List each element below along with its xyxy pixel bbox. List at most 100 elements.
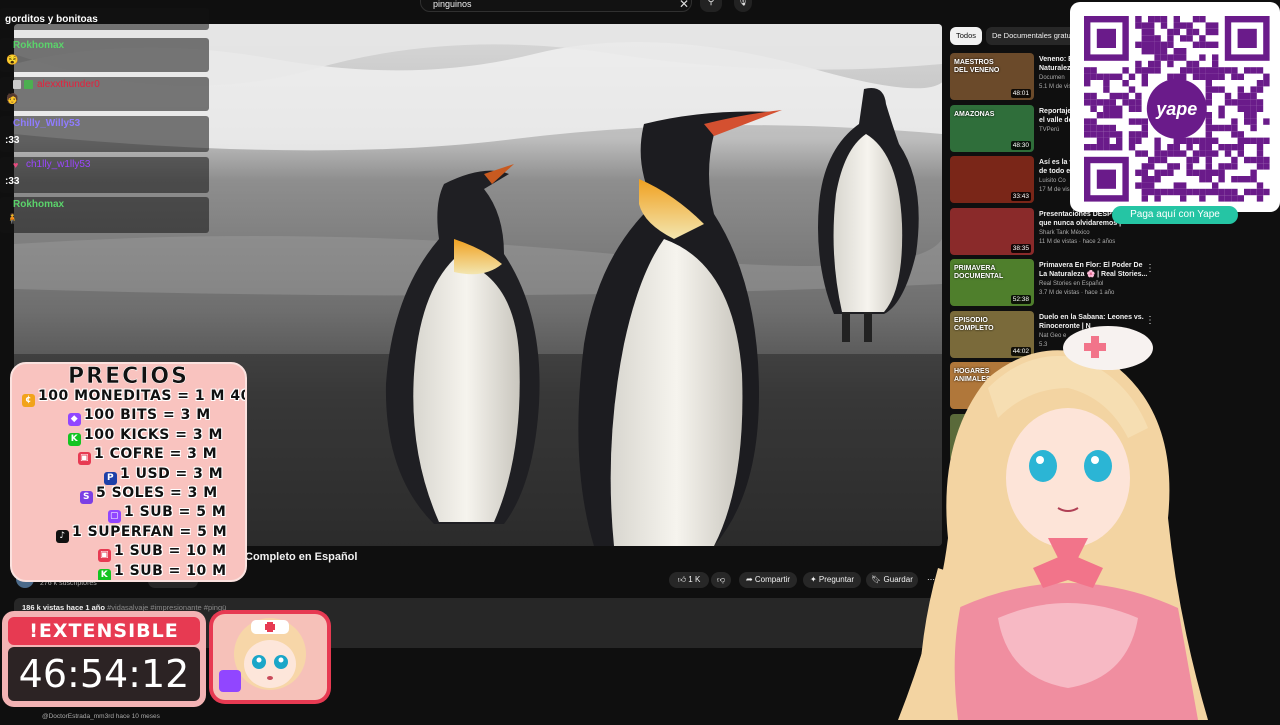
recommendation-meta: 11 M de vistas · hace 2 años [1039,238,1116,245]
recommendation-meta: 3.7 M de vistas · hace 1 año [1039,290,1115,296]
video-thumbnail[interactable]: AMAZONAS 48:30 [950,104,1034,152]
price-text: 100 KICKS = 3 M [84,426,223,443]
price-row: ¢ 100 MONEDITAS = 1 M 40 S [22,388,247,407]
ask-label: Preguntar [818,575,855,584]
chibi-avatar [207,606,333,706]
price-text: 100 BITS = 3 M [84,407,211,424]
ask-button[interactable]: ✦ Preguntar [803,572,861,588]
yape-pay-button[interactable]: Paga aquí con Yape [1112,206,1238,224]
recommendation-title[interactable]: Naturalez [1039,64,1071,73]
chip-all[interactable]: Todos [950,27,983,45]
thumbs-up-icon: 👍︎ [677,575,687,584]
sparkle-icon: ✦ [809,575,817,584]
chat-emote: 😵 [6,55,19,66]
price-row: ▣ 1 SUB = 10 M [98,543,227,563]
thumbnail-text: PRIMAVERA DOCUMENTAL [954,265,1004,280]
price-text: 1 SUB = 5 M [124,504,227,521]
price-text: 5 SOLES = 3 M [96,485,218,501]
share-button[interactable]: ➦ Compartir [739,572,797,588]
chat-username[interactable]: alexxthunder0 [37,79,100,90]
price-row: S5 SOLES = 3 M [80,485,218,504]
price-text: 1 USD = 3 M [120,465,224,482]
price-text: 100 MONEDITAS = 1 M 40 S [38,388,247,404]
chip-documentales[interactable]: De Documentales gratuit [986,27,1081,45]
video-duration: 38:35 [1010,243,1031,253]
chat-username[interactable]: Rokhomax [13,40,64,51]
price-text: 1 SUB = 10 M [114,543,227,560]
video-duration: 52:38 [1010,295,1031,304]
price-text: 1 SUPERFAN = 5 M [72,523,228,540]
thumbs-down-icon: 👎︎ [716,575,726,584]
recommendation-title[interactable]: Veneno: E [1039,55,1073,64]
chat-message-text: :33 [5,135,20,146]
yape-logo-text: yape [1155,99,1197,119]
recommendation-title[interactable]: el valle de [1039,116,1072,125]
recommendation-title[interactable]: La Naturaleza 🌸 | Real Stories... [1039,270,1147,279]
qr-code: yape [1084,16,1270,202]
extensible-timer: 46:54:12 [8,647,200,701]
like-button[interactable]: 👍︎ 1 K [669,572,709,588]
chest-icon: ▣ [78,452,91,466]
search-input[interactable]: pinguinos [420,0,692,12]
recommendation-channel: Documen [1039,75,1065,81]
recommendation-title[interactable]: de todo el [1039,167,1072,176]
price-row: P1 USD = 3 M [104,466,223,485]
heart-badge-icon: ♥ [13,160,19,170]
price-text: 1 COFRE = 3 M [94,446,218,463]
paypal-icon: P [104,471,117,485]
video-thumbnail[interactable]: 38:35 [950,207,1034,255]
comment-author: @DoctorEstrada_mm3rd hace 10 meses [42,713,160,720]
video-thumbnail[interactable]: PRIMAVERA DOCUMENTAL 52:38 [950,259,1034,306]
chat-message: gorditos y bonitoas [0,8,209,30]
chat-emote: 🧍 [6,214,19,225]
gift-badge-icon [24,80,33,89]
price-row: ◆ 100 BITS = 3 M [68,407,211,427]
search-icon[interactable]: ⚲ [700,0,722,12]
recommendation-title[interactable]: que nunca olvidaremos | [1039,219,1121,228]
thumbnail-text: AMAZONAS [954,110,995,118]
chat-username[interactable]: Chilly_Willy53 [13,118,80,129]
tiktok-icon: ♪ [56,529,69,543]
chat-message: ♥ ch1lly_w1lly53 :33 [0,157,209,193]
clear-icon[interactable]: ✕ [679,0,689,11]
recommendation-channel: TVPerú [1039,126,1060,133]
video-title: Completo en Español [245,551,358,563]
chest-sub-icon: ▣ [98,549,111,563]
chat-emote: 🧑 [6,94,19,105]
recommendation-channel: Real Stories en Español [1039,281,1104,287]
coin-icon: ¢ [22,394,35,407]
price-row: K 100 KICKS = 3 M [68,427,223,446]
video-duration: 33:43 [1010,192,1031,201]
soles-icon: S [80,491,93,504]
price-row: ♪ 1 SUPERFAN = 5 M [56,524,227,543]
share-label: Compartir [754,575,791,584]
recommendation-title[interactable]: Así es la v [1039,158,1073,167]
chat-message: Rokhomax 🧍 [0,197,209,233]
video-thumbnail[interactable]: MAESTROS DEL VENENO 48:01 [950,53,1034,100]
kick-sub-icon: K [98,568,111,580]
more-actions-icon[interactable]: ⋮ [1145,263,1155,274]
recommendation-meta: 17 M de vis [1039,187,1070,193]
recommendation-title[interactable]: Reportaje [1039,107,1071,116]
thumbnail-text: MAESTROS DEL VENENO [954,59,1000,74]
prices-title: PRECIOS [68,364,189,389]
recommendation-channel: Shark Tank México [1039,229,1090,236]
kick-icon: K [68,432,81,446]
chat-message-text: :33 [5,176,20,187]
prices-panel: PRECIOS ¢ 100 MONEDITAS = 1 M 40 S ◆ 100 BI… [10,362,247,582]
video-thumbnail[interactable]: 33:43 [950,156,1034,203]
price-row: K1 SUB = 10 M [98,562,227,580]
price-row: ▢ 1 SUB = 5 M [108,504,227,524]
chat-message: alexxthunder0 🧑 [0,77,209,111]
recommendation-title[interactable]: Primavera En Flor: El Poder De [1039,261,1142,270]
recommendation-channel: Luisito Co [1039,178,1066,184]
video-duration: 48:01 [1010,89,1031,98]
chat-username[interactable]: ch1lly_w1lly53 [26,159,90,170]
price-text: 1 SUB = 10 M [114,562,227,579]
extensible-label: !EXTENSIBLE [8,617,200,645]
dislike-button[interactable]: 👎︎ [711,572,731,588]
chat-username[interactable]: Rokhomax [13,199,64,210]
video-duration: 48:30 [1010,140,1031,150]
price-row: ▣ 1 COFRE = 3 M [78,446,218,466]
share-icon: ➦ [745,575,753,584]
